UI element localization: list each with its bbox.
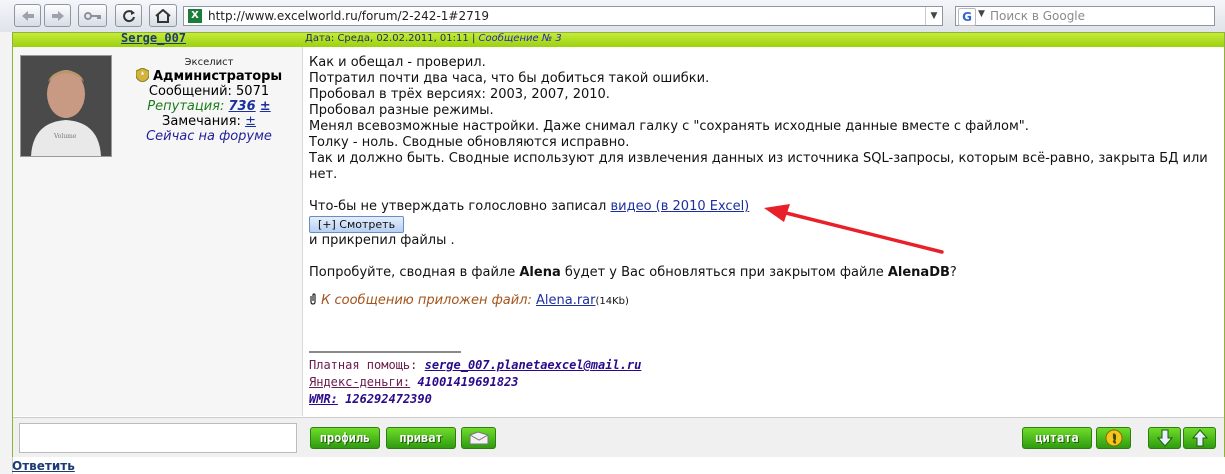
address-bar[interactable]: X http://www.excelworld.ru/forum/2-242-1… <box>183 6 943 26</box>
back-arrow-icon <box>21 10 34 21</box>
paperclip-icon <box>310 293 316 305</box>
arrow-down-icon <box>1156 429 1173 447</box>
signature: Платная помощь: serge_007.planetaexcel@m… <box>309 351 641 408</box>
user-info-column: Volume Экселист Администраторы Сообщений… <box>13 47 303 416</box>
scroll-down-button[interactable] <box>1148 427 1181 449</box>
post-line: Пробовал разные режимы. <box>309 103 494 118</box>
post-line: Менял всевозможные настройки. Даже снима… <box>309 119 1029 134</box>
url-text: http://www.excelworld.ru/forum/2-242-1#2… <box>208 9 489 23</box>
attachment-size: (14Kb) <box>595 296 629 307</box>
paid-help-email-link[interactable]: serge_007.planetaexcel@mail.ru <box>425 358 642 372</box>
post-action-bar: профиль приват цитата ! <box>13 417 1224 457</box>
attachment-line: К сообщению приложен файл: Alena.rar(14K… <box>309 293 1219 310</box>
post-line: Толку - ноль. Сводные обновляются исправ… <box>309 135 630 150</box>
try-line: Попробуйте, сводная в файле Alena будет … <box>309 265 957 280</box>
browser-toolbar: X http://www.excelworld.ru/forum/2-242-1… <box>0 0 1225 33</box>
red-annotation-arrow-icon <box>764 204 944 254</box>
post-line: Пробовал в трёх версиях: 2003, 2007, 201… <box>309 87 610 102</box>
profile-button[interactable]: профиль <box>310 427 380 449</box>
user-group: Администраторы <box>152 69 283 84</box>
email-button[interactable] <box>461 427 496 449</box>
user-rank: Экселист <box>184 57 234 68</box>
online-status: Сейчас на форуме <box>146 129 272 144</box>
reply-link[interactable]: Ответить <box>12 459 75 473</box>
video-link[interactable]: видео (в 2010 Excel) <box>610 199 749 214</box>
post-line: Как и обещал - проверил. <box>309 55 486 70</box>
svg-text:Volume: Volume <box>53 133 77 140</box>
reload-button[interactable] <box>115 4 142 27</box>
user-info: Экселист Администраторы Сообщений: 5071 … <box>116 57 302 144</box>
message-number-link[interactable]: Сообщение № 3 <box>479 33 562 44</box>
admin-shield-icon <box>135 67 150 83</box>
excel-favicon-icon: X <box>188 9 202 23</box>
attachment-file-link[interactable]: Alena.rar <box>536 293 596 308</box>
message-count: Сообщений: 5071 <box>148 84 270 99</box>
wmr-label[interactable]: WMR: <box>309 392 338 406</box>
paid-help-label: Платная помощь: <box>309 358 418 372</box>
reputation: Репутация: 736 ± <box>147 99 271 114</box>
home-button[interactable] <box>149 4 177 27</box>
forward-button[interactable] <box>44 4 71 27</box>
post-line: Потратил почти два часа, что бы добиться… <box>309 71 710 86</box>
report-button[interactable]: ! <box>1096 427 1131 449</box>
svg-text:!: ! <box>1111 432 1116 446</box>
key-button[interactable] <box>78 4 107 27</box>
warnings-link[interactable]: ± <box>245 114 256 129</box>
quote-button[interactable]: цитата <box>1022 427 1092 449</box>
yandex-money-value: 41001419691823 <box>417 375 519 389</box>
back-button[interactable] <box>14 4 41 27</box>
envelope-icon <box>469 431 488 445</box>
wmr-value: 126292472390 <box>345 392 432 406</box>
attachment-label: К сообщению приложен файл: <box>321 293 536 308</box>
search-engine-dropdown-icon[interactable]: ▼ <box>978 9 985 19</box>
url-dropdown-icon[interactable]: ▼ <box>925 7 942 25</box>
avatar: Volume <box>20 55 112 157</box>
key-icon <box>83 11 101 20</box>
post-line: Так и должно быть. Сводные используют дл… <box>309 151 1208 182</box>
reputation-value-link[interactable]: 736 <box>229 99 256 114</box>
post-date: Дата: Среда, 02.02.2011, 01:11 | Сообщен… <box>305 33 562 44</box>
home-icon <box>155 8 171 23</box>
signature-divider <box>309 351 461 353</box>
user-action-box <box>19 423 297 453</box>
warnings: Замечания: ± <box>162 114 256 129</box>
post-header: Serge_007 Дата: Среда, 02.02.2011, 01:11… <box>13 31 1224 47</box>
arrow-up-icon <box>1191 429 1208 447</box>
forum-post: Serge_007 Дата: Среда, 02.02.2011, 01:11… <box>12 31 1225 457</box>
private-message-button[interactable]: приват <box>386 427 456 449</box>
user-photo: Volume <box>21 56 111 156</box>
yandex-money-label[interactable]: Яндекс-деньги: <box>309 375 410 389</box>
warning-icon: ! <box>1105 429 1122 447</box>
scroll-up-button[interactable] <box>1183 427 1216 449</box>
google-search-box[interactable]: G ▼ <box>955 6 1215 26</box>
spoiler-show-button[interactable]: [+] Смотреть <box>309 216 405 233</box>
reputation-vote-link[interactable]: ± <box>260 99 271 114</box>
author-link[interactable]: Serge_007 <box>121 31 186 45</box>
search-input[interactable] <box>990 8 1210 24</box>
reload-icon <box>122 9 135 22</box>
forward-arrow-icon <box>51 10 64 21</box>
post-content: Как и обещал - проверил. Потратил почти … <box>309 55 1219 310</box>
google-icon: G <box>958 8 976 26</box>
